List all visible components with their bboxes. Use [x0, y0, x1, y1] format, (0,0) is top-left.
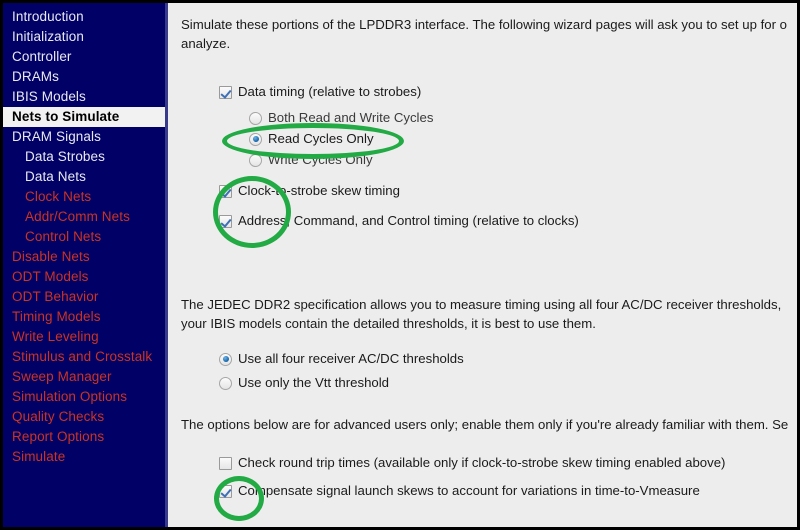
sidebar-item-initialization[interactable]: Initialization — [3, 27, 165, 47]
wizard-window: Introduction Initialization Controller D… — [0, 0, 800, 530]
intro-paragraph-line-2: analyze. — [181, 36, 231, 51]
intro-paragraph: Simulate these portions of the LPDDR3 in… — [181, 15, 787, 53]
sidebar-item-controller[interactable]: Controller — [3, 47, 165, 67]
use-only-vtt-threshold-row[interactable]: Use only the Vtt threshold — [219, 375, 389, 391]
write-cycles-only-label: Write Cycles Only — [268, 152, 373, 167]
read-cycles-only-row[interactable]: Read Cycles Only — [249, 131, 374, 147]
jedec-paragraph: The JEDEC DDR2 specification allows you … — [181, 295, 781, 333]
checkbox-icon-check-round-trip-times[interactable] — [219, 456, 232, 470]
sidebar-item-nets-to-simulate[interactable]: Nets to Simulate — [3, 107, 165, 127]
sidebar-item-disable-nets[interactable]: Disable Nets — [3, 247, 165, 267]
sidebar-item-data-nets[interactable]: Data Nets — [3, 167, 165, 187]
data-timing-label: Data timing (relative to strobes) — [238, 84, 422, 99]
check-round-trip-times-row[interactable]: Check round trip times (available only i… — [219, 455, 725, 471]
sidebar-item-ibis-models[interactable]: IBIS Models — [3, 87, 165, 107]
use-all-four-thresholds-label: Use all four receiver AC/DC thresholds — [238, 351, 464, 366]
compensate-signal-launch-skews-label: Compensate signal launch skews to accoun… — [238, 483, 700, 498]
sidebar-item-simulate[interactable]: Simulate — [3, 447, 165, 467]
radio-icon-read-cycles-only[interactable] — [249, 132, 262, 146]
addr-command-control-checkbox-row[interactable]: Address, Command, and Control timing (re… — [219, 213, 579, 229]
sidebar-item-write-leveling[interactable]: Write Leveling — [3, 327, 165, 347]
clock-to-strobe-label: Clock-to-strobe skew timing — [238, 183, 400, 198]
data-timing-checkbox-row[interactable]: Data timing (relative to strobes) — [219, 84, 421, 100]
use-only-vtt-threshold-label: Use only the Vtt threshold — [238, 375, 390, 390]
addr-command-control-label: Address, Command, and Control timing (re… — [238, 213, 579, 228]
sidebar-item-report-options[interactable]: Report Options — [3, 427, 165, 447]
sidebar-item-quality-checks[interactable]: Quality Checks — [3, 407, 165, 427]
advanced-options-paragraph: The options below are for advanced users… — [181, 415, 788, 434]
write-cycles-only-row[interactable]: Write Cycles Only — [249, 152, 373, 168]
sidebar-item-clock-nets[interactable]: Clock Nets — [3, 187, 165, 207]
checkbox-icon-clock-to-strobe-skew-timing[interactable] — [219, 184, 232, 198]
jedec-paragraph-line-1: The JEDEC DDR2 specification allows you … — [181, 297, 782, 312]
compensate-signal-launch-skews-row[interactable]: Compensate signal launch skews to accoun… — [219, 483, 700, 499]
wizard-step-sidebar[interactable]: Introduction Initialization Controller D… — [3, 3, 168, 527]
use-all-four-thresholds-row[interactable]: Use all four receiver AC/DC thresholds — [219, 351, 464, 367]
sidebar-item-addr-comm-nets[interactable]: Addr/Comm Nets — [3, 207, 165, 227]
radio-icon-write-cycles-only[interactable] — [249, 153, 262, 167]
checkbox-icon-address-command-control-timing[interactable] — [219, 214, 232, 228]
sidebar-item-odt-models[interactable]: ODT Models — [3, 267, 165, 287]
wizard-page-content: Simulate these portions of the LPDDR3 in… — [171, 3, 797, 527]
sidebar-item-stimulus-and-crosstalk[interactable]: Stimulus and Crosstalk — [3, 347, 165, 367]
check-round-trip-times-label: Check round trip times (available only i… — [238, 455, 726, 470]
sidebar-item-simulation-options[interactable]: Simulation Options — [3, 387, 165, 407]
radio-icon-both-read-and-write-cycles[interactable] — [249, 111, 262, 125]
read-cycles-only-label: Read Cycles Only — [268, 131, 374, 146]
checkbox-icon-compensate-signal-launch-skews[interactable] — [219, 484, 232, 498]
both-read-write-cycles-label: Both Read and Write Cycles — [268, 110, 434, 125]
clock-to-strobe-checkbox-row[interactable]: Clock-to-strobe skew timing — [219, 183, 400, 199]
checkbox-icon-data-timing[interactable] — [219, 85, 232, 99]
sidebar-item-odt-behavior[interactable]: ODT Behavior — [3, 287, 165, 307]
sidebar-item-control-nets[interactable]: Control Nets — [3, 227, 165, 247]
sidebar-item-dram-signals[interactable]: DRAM Signals — [3, 127, 165, 147]
sidebar-item-sweep-manager[interactable]: Sweep Manager — [3, 367, 165, 387]
radio-icon-use-only-vtt-threshold[interactable] — [219, 376, 232, 390]
advanced-options-paragraph-line-1: The options below are for advanced users… — [181, 417, 789, 432]
jedec-paragraph-line-2: your IBIS models contain the detailed th… — [181, 316, 596, 331]
radio-icon-use-all-four-receiver-thresholds[interactable] — [219, 352, 232, 366]
both-read-write-cycles-row[interactable]: Both Read and Write Cycles — [249, 110, 433, 126]
sidebar-item-data-strobes[interactable]: Data Strobes — [3, 147, 165, 167]
sidebar-item-timing-models[interactable]: Timing Models — [3, 307, 165, 327]
sidebar-item-introduction[interactable]: Introduction — [3, 7, 165, 27]
intro-paragraph-line-1: Simulate these portions of the LPDDR3 in… — [181, 17, 787, 32]
sidebar-item-drams[interactable]: DRAMs — [3, 67, 165, 87]
